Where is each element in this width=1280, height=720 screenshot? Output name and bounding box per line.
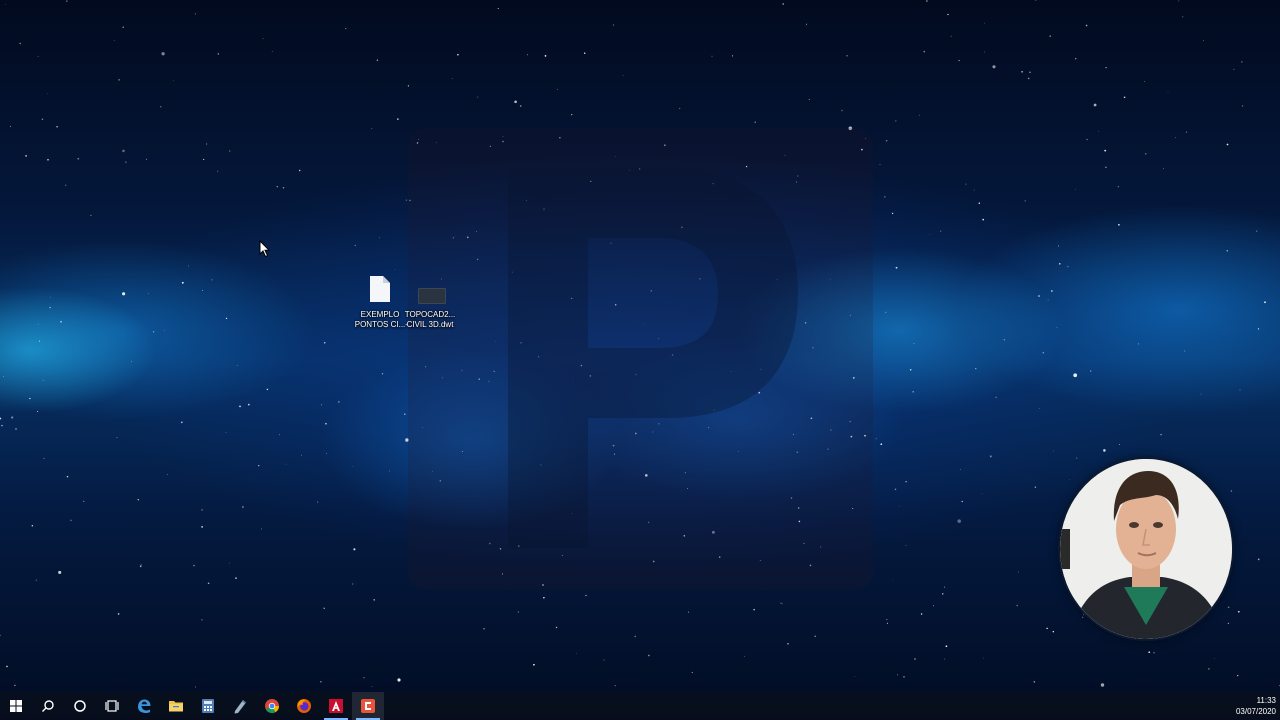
autocad-icon (329, 699, 343, 713)
windows-logo-icon (10, 700, 22, 712)
notepad-icon (234, 700, 246, 714)
circle-icon (74, 700, 86, 712)
watermark-logo (408, 128, 873, 590)
chrome-icon (265, 699, 280, 714)
document-icon (362, 272, 398, 308)
file-explorer-button[interactable] (160, 692, 192, 720)
camtasia-icon (361, 699, 375, 713)
calculator-icon (202, 699, 214, 713)
clock-date: 03/07/2020 (1235, 707, 1276, 716)
calculator-button[interactable] (192, 692, 224, 720)
cortana-button[interactable] (64, 692, 96, 720)
start-button[interactable] (0, 692, 32, 720)
task-view-icon (105, 700, 119, 712)
system-clock[interactable]: 11:33 03/07/2020 (1216, 693, 1276, 719)
webcam-overlay (1060, 459, 1232, 639)
desktop-icon-label: CIVIL 3D.dwt (406, 320, 454, 329)
desktop[interactable]: EXEMPLO PONTOS CI... TOPOCAD2... CIVIL 3… (0, 0, 1280, 720)
desktop-icon-exemplo-pontos[interactable]: EXEMPLO PONTOS CI... (353, 272, 407, 330)
desktop-icon-label: PONTOS CI... (354, 320, 406, 329)
desktop-icon-label: EXEMPLO (360, 310, 400, 319)
autocad-button[interactable] (320, 692, 352, 720)
notepad-button[interactable] (224, 692, 256, 720)
edge-button[interactable] (128, 692, 160, 720)
desktop-icon-label: TOPOCAD2... (404, 310, 456, 319)
firefox-icon (297, 699, 311, 713)
search-button[interactable] (32, 692, 64, 720)
dwt-file-icon (412, 272, 448, 308)
folder-icon (169, 701, 183, 712)
clock-time: 11:33 (1256, 696, 1276, 705)
edge-icon (138, 699, 151, 713)
desktop-icon-topocad-dwt[interactable]: TOPOCAD2... CIVIL 3D.dwt (403, 272, 457, 330)
chrome-button[interactable] (256, 692, 288, 720)
task-view-button[interactable] (96, 692, 128, 720)
firefox-button[interactable] (288, 692, 320, 720)
camtasia-button[interactable] (352, 692, 384, 720)
taskbar (0, 692, 1280, 720)
search-icon (42, 700, 54, 712)
mouse-cursor-icon (259, 240, 271, 258)
